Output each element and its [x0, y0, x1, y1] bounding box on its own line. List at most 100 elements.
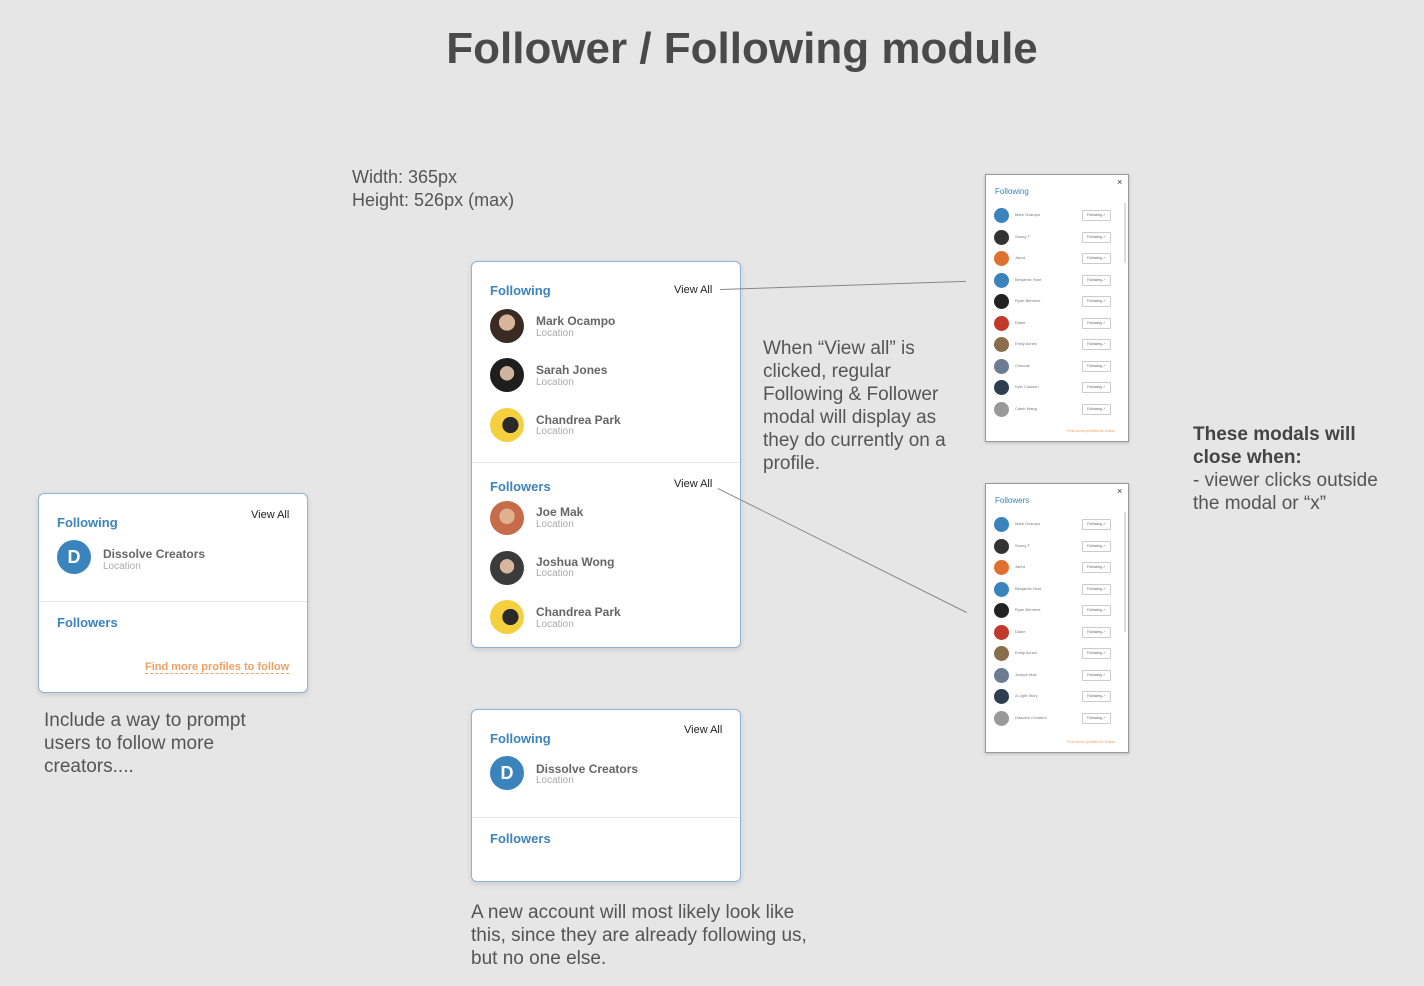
modal-row[interactable]: Diane Following ✓: [994, 624, 1111, 642]
modal-row[interactable]: Ryan Behrens Following ✓: [994, 294, 1111, 311]
row-name[interactable]: Mark Ocampo: [1015, 212, 1040, 217]
modal-row[interactable]: Chinook Following ✓: [994, 358, 1111, 376]
avatar[interactable]: [994, 229, 1009, 245]
row-name[interactable]: Jared: [1015, 564, 1025, 569]
avatar[interactable]: [994, 337, 1009, 352]
close-icon[interactable]: ×: [1117, 177, 1122, 187]
modal-row[interactable]: Dissolve Creators Following ✓: [994, 710, 1111, 728]
avatar[interactable]: [490, 551, 524, 585]
following-button[interactable]: Following ✓: [1082, 691, 1111, 702]
row-name[interactable]: Kyle Coulson: [1015, 384, 1039, 389]
dissolve-logo-avatar[interactable]: D: [490, 756, 524, 790]
follower-name-1[interactable]: Joe Mak: [536, 505, 583, 519]
avatar[interactable]: [994, 294, 1009, 309]
avatar[interactable]: [994, 603, 1009, 618]
modal-row[interactable]: Sunny T Following ✓: [994, 538, 1111, 556]
row-name[interactable]: Mark Ocampo: [1015, 521, 1040, 526]
modal-row[interactable]: Mark Ocampo Following ✓: [994, 208, 1111, 225]
followers-view-all-link[interactable]: View All: [674, 478, 712, 490]
modal-row[interactable]: Caleb Wang Following ✓: [994, 401, 1111, 419]
row-name[interactable]: Sunny T: [1015, 234, 1030, 239]
avatar[interactable]: [994, 517, 1009, 532]
avatar[interactable]: [490, 309, 524, 343]
avatar[interactable]: [994, 667, 1009, 683]
avatar[interactable]: [994, 401, 1009, 417]
person-name[interactable]: Dissolve Creators: [103, 547, 205, 561]
avatar[interactable]: [994, 624, 1009, 640]
row-name[interactable]: A Light Story: [1015, 693, 1038, 698]
following-button[interactable]: Following ✓: [1082, 253, 1111, 264]
row-name[interactable]: Caleb Wang: [1015, 406, 1037, 411]
following-name-2[interactable]: Sarah Jones: [536, 363, 607, 377]
avatar[interactable]: [994, 251, 1009, 266]
modal-row[interactable]: Benjamin Hunt Following ✓: [994, 272, 1111, 290]
row-name[interactable]: Diane: [1015, 629, 1025, 634]
modal-row[interactable]: Jared Following ✓: [994, 251, 1111, 268]
following-view-all-link[interactable]: View All: [674, 284, 712, 296]
row-name[interactable]: Emily Axnes: [1015, 341, 1037, 346]
avatar[interactable]: [490, 600, 524, 634]
avatar[interactable]: [994, 208, 1009, 223]
following-button[interactable]: Following ✓: [1082, 583, 1111, 595]
avatar[interactable]: [994, 689, 1009, 704]
modal-row[interactable]: Diane Following ✓: [994, 315, 1111, 333]
modal-row[interactable]: Joseph Mak Following ✓: [994, 667, 1111, 685]
row-name[interactable]: Dissolve Creators: [1015, 715, 1047, 720]
avatar[interactable]: [490, 408, 524, 442]
following-button[interactable]: Following ✓: [1082, 317, 1111, 329]
avatar[interactable]: [994, 581, 1009, 597]
following-name-1[interactable]: Mark Ocampo: [536, 314, 615, 328]
follower-name-2[interactable]: Joshua Wong: [536, 555, 614, 569]
avatar[interactable]: [994, 710, 1009, 726]
following-button[interactable]: Following ✓: [1082, 562, 1111, 573]
following-button[interactable]: Following ✓: [1082, 274, 1111, 286]
row-name[interactable]: Joseph Mak: [1015, 672, 1037, 677]
avatar[interactable]: [490, 358, 524, 392]
row-name[interactable]: Emily Axnes: [1015, 650, 1037, 655]
find-more-link[interactable]: Find more profiles to follow: [1067, 428, 1115, 433]
person-name[interactable]: Dissolve Creators: [536, 762, 638, 776]
row-name[interactable]: Sunny T: [1015, 543, 1030, 548]
view-all-link[interactable]: View All: [251, 509, 289, 521]
row-name[interactable]: Benjamin Hunt: [1015, 277, 1041, 282]
row-name[interactable]: Diane: [1015, 320, 1025, 325]
following-button[interactable]: Following ✓: [1082, 382, 1111, 393]
following-button[interactable]: Following ✓: [1082, 648, 1111, 659]
view-all-link[interactable]: View All: [684, 724, 722, 736]
modal-row[interactable]: Benjamin Hunt Following ✓: [994, 581, 1111, 599]
following-button[interactable]: Following ✓: [1082, 540, 1111, 552]
modal-row[interactable]: Kyle Coulson Following ✓: [994, 380, 1111, 397]
avatar[interactable]: [994, 272, 1009, 288]
row-name[interactable]: Chinook: [1015, 363, 1030, 368]
avatar[interactable]: [994, 538, 1009, 554]
following-button[interactable]: Following ✓: [1082, 712, 1111, 724]
scrollbar[interactable]: [1124, 203, 1126, 263]
avatar[interactable]: [994, 646, 1009, 661]
avatar[interactable]: [994, 380, 1009, 395]
following-button[interactable]: Following ✓: [1082, 360, 1111, 372]
row-name[interactable]: Ryan Behrens: [1015, 298, 1040, 303]
row-name[interactable]: Benjamin Hunt: [1015, 586, 1041, 591]
avatar[interactable]: [994, 560, 1009, 575]
following-button[interactable]: Following ✓: [1082, 605, 1111, 616]
following-button[interactable]: Following ✓: [1082, 339, 1111, 350]
follower-name-3[interactable]: Chandrea Park: [536, 605, 621, 619]
following-button[interactable]: Following ✓: [1082, 210, 1111, 221]
row-name[interactable]: Ryan Behrens: [1015, 607, 1040, 612]
modal-row[interactable]: Emily Axnes Following ✓: [994, 337, 1111, 354]
following-button[interactable]: Following ✓: [1082, 626, 1111, 638]
scrollbar[interactable]: [1124, 512, 1126, 632]
modal-row[interactable]: Mark Ocampo Following ✓: [994, 517, 1111, 534]
following-button[interactable]: Following ✓: [1082, 519, 1111, 530]
following-button[interactable]: Following ✓: [1082, 403, 1111, 415]
avatar[interactable]: [490, 501, 524, 535]
modal-row[interactable]: Ryan Behrens Following ✓: [994, 603, 1111, 620]
find-more-link[interactable]: Find more profiles to follow: [145, 661, 290, 674]
following-name-3[interactable]: Chandrea Park: [536, 413, 621, 427]
modal-row[interactable]: Jared Following ✓: [994, 560, 1111, 577]
modal-row[interactable]: Sunny T Following ✓: [994, 229, 1111, 247]
following-button[interactable]: Following ✓: [1082, 669, 1111, 681]
dissolve-logo-avatar[interactable]: D: [57, 540, 91, 574]
find-more-link[interactable]: Find more profiles to follow: [1067, 739, 1115, 744]
modal-row[interactable]: A Light Story Following ✓: [994, 689, 1111, 706]
